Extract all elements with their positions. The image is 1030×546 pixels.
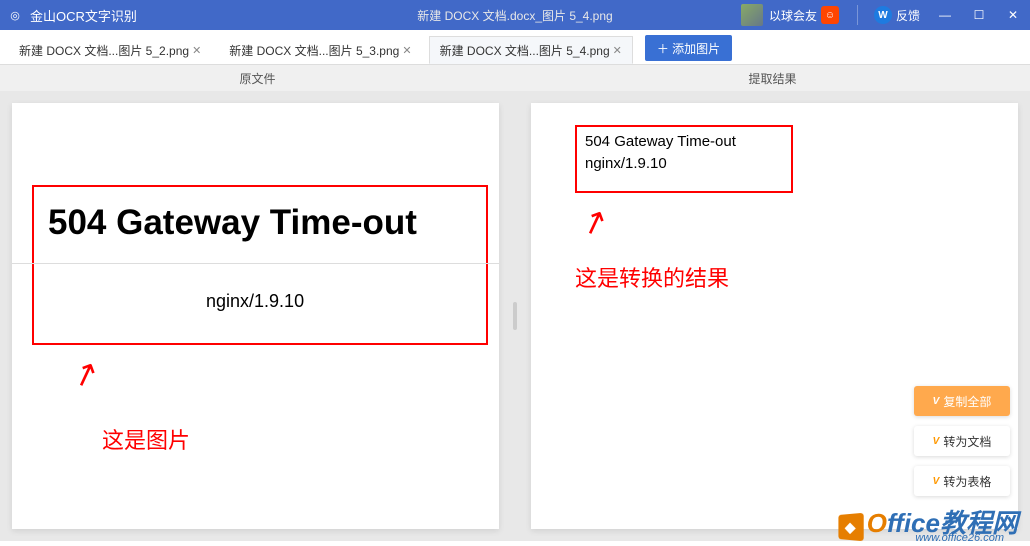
tab-label: 新建 DOCX 文档...图片 5_2.png [19,42,189,59]
splitter-handle[interactable] [511,91,519,541]
original-page: 504 Gateway Time-out nginx/1.9.10 ↗ 这是图片 [12,103,499,529]
divider [857,5,858,25]
logo-cube-icon: ◆ [838,513,863,541]
tab-item[interactable]: 新建 DOCX 文档...图片 5_2.png✕ [8,36,212,64]
arrow-icon: ↗ [575,200,613,245]
add-image-button[interactable]: ＋ 添加图片 [645,35,732,61]
vip-icon: V [933,396,940,407]
button-label: 复制全部 [943,393,991,410]
user-name[interactable]: 以球会友 [769,7,817,24]
ocr-text-line[interactable]: nginx/1.9.10 [585,155,667,172]
tab-item[interactable]: 新建 DOCX 文档...图片 5_3.png✕ [218,36,422,64]
app-logo-icon: ◎ [6,6,24,24]
close-button[interactable]: ✕ [996,0,1030,30]
user-avatar[interactable] [741,4,763,26]
watermark: ◆ Office教程网 www.office26.com [837,503,1018,541]
action-buttons: V复制全部 V转为文档 V转为表格 [914,386,1010,496]
close-icon[interactable]: ✕ [613,44,622,57]
vip-icon: V [933,476,940,487]
close-icon[interactable]: ✕ [402,44,411,57]
minimize-button[interactable]: — [928,0,962,30]
document-title: 新建 DOCX 文档.docx_图片 5_4.png [417,7,612,24]
feedback-button[interactable]: W 反馈 [866,6,928,24]
result-header: 提取结果 [515,65,1030,91]
gateway-heading: 504 Gateway Time-out [48,203,417,243]
tab-label: 新建 DOCX 文档...图片 5_4.png [440,42,610,59]
title-bar: ◎ 金山OCR文字识别 新建 DOCX 文档.docx_图片 5_4.png 以… [0,0,1030,30]
vip-icon: V [933,436,940,447]
to-table-button[interactable]: V转为表格 [914,466,1010,496]
original-header: 原文件 [0,65,515,91]
feedback-label: 反馈 [896,7,920,24]
watermark-url: www.office26.com [915,532,1004,544]
app-title: 金山OCR文字识别 [30,6,137,25]
annotation-text: 这是转换的结果 [575,261,729,293]
annotation-text: 这是图片 [102,423,190,455]
arrow-icon: ↗ [66,352,104,397]
community-icon[interactable]: ☺ [821,6,839,24]
content-area: 504 Gateway Time-out nginx/1.9.10 ↗ 这是图片… [0,91,1030,541]
button-label: 转为文档 [943,433,991,450]
watermark-text: O [867,508,887,539]
panel-headers: 原文件 提取结果 [0,65,1030,91]
wps-icon: W [874,6,892,24]
ocr-text-line[interactable]: 504 Gateway Time-out [585,133,736,150]
nginx-text: nginx/1.9.10 [206,291,304,312]
to-document-button[interactable]: V转为文档 [914,426,1010,456]
horizontal-rule [12,263,499,264]
close-icon[interactable]: ✕ [192,44,201,57]
original-panel: 504 Gateway Time-out nginx/1.9.10 ↗ 这是图片 [0,91,511,541]
maximize-button[interactable]: ☐ [962,0,996,30]
tab-label: 新建 DOCX 文档...图片 5_3.png [229,42,399,59]
tab-bar: 新建 DOCX 文档...图片 5_2.png✕ 新建 DOCX 文档...图片… [0,30,1030,65]
tab-item-active[interactable]: 新建 DOCX 文档...图片 5_4.png✕ [429,36,633,64]
button-label: 转为表格 [943,473,991,490]
copy-all-button[interactable]: V复制全部 [914,386,1010,416]
